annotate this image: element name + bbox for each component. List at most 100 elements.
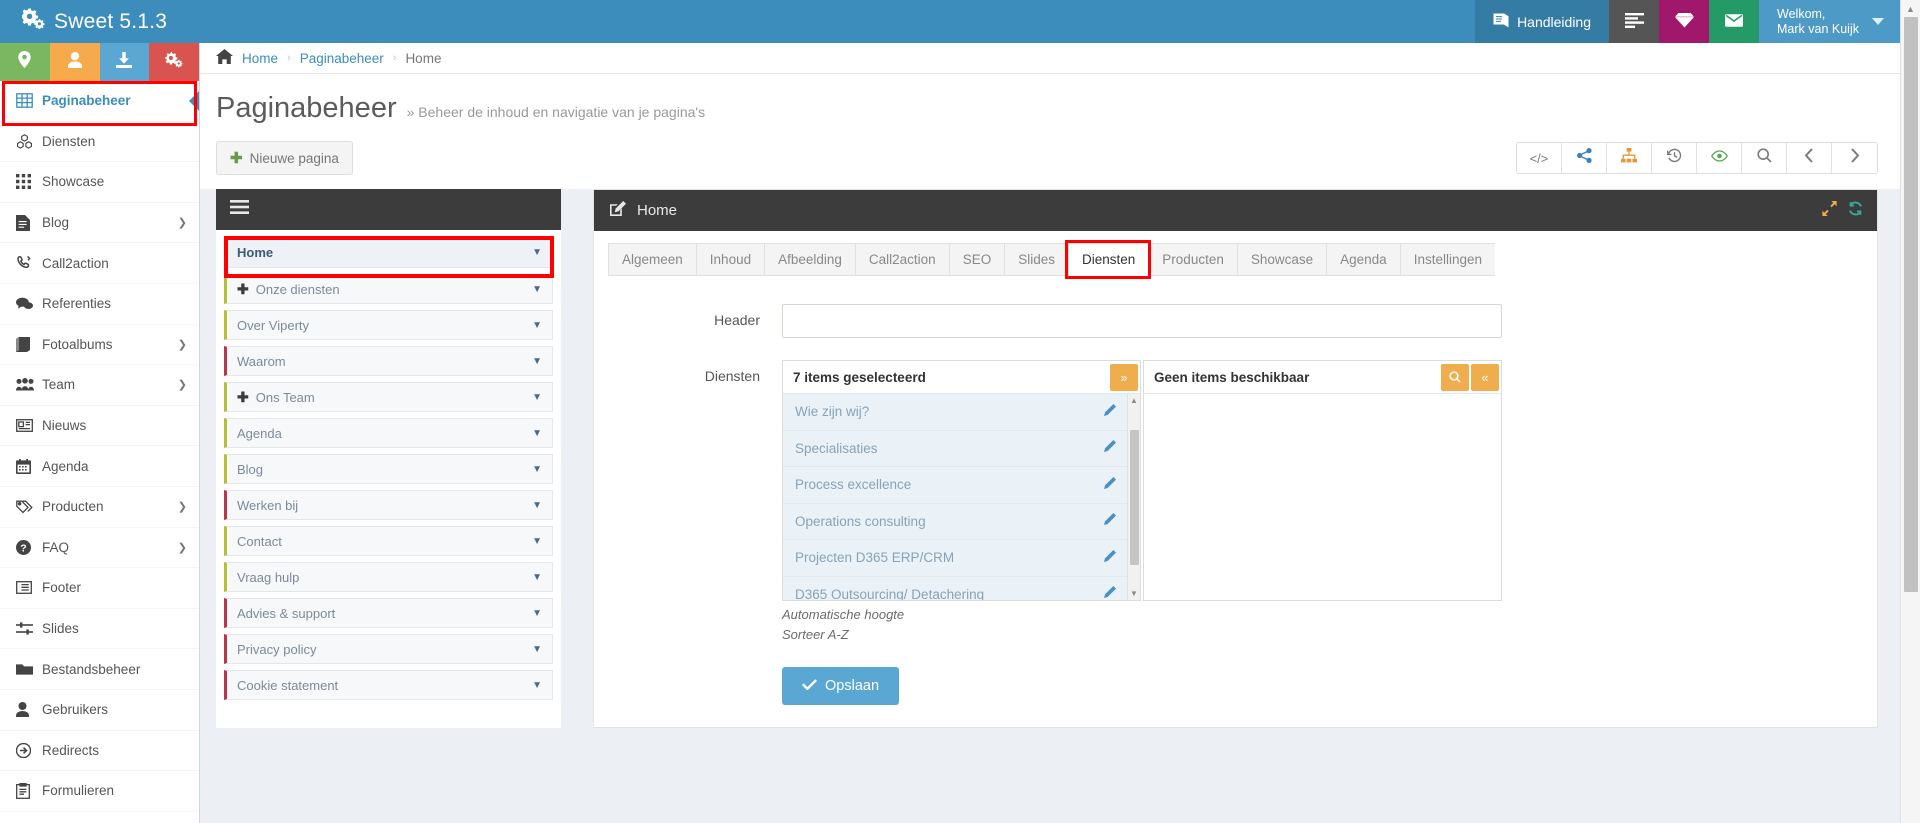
- tab-algemeen[interactable]: Algemeen: [608, 243, 696, 276]
- hamburger-icon[interactable]: [230, 200, 249, 219]
- list-item[interactable]: D365 Outsourcing/ Detachering: [783, 576, 1127, 600]
- tab-slides[interactable]: Slides: [1004, 243, 1068, 276]
- code-icon-button[interactable]: </>: [1517, 143, 1562, 173]
- caret-down-icon[interactable]: ▼: [532, 356, 542, 367]
- quick-action-user[interactable]: [49, 43, 100, 81]
- caret-down-icon[interactable]: ▼: [532, 572, 542, 583]
- search-icon[interactable]: [1441, 363, 1469, 391]
- tree-item-over-viperty[interactable]: Over Viperty ▼: [224, 310, 553, 340]
- caret-down-icon[interactable]: ▼: [532, 392, 542, 403]
- sidebar-item-gebruikers[interactable]: Gebruikers: [0, 689, 199, 731]
- tree-item-cookie-statement[interactable]: Cookie statement ▼: [224, 670, 553, 700]
- caret-down-icon[interactable]: ▼: [532, 247, 542, 258]
- premium-button[interactable]: [1659, 0, 1710, 43]
- sidebar-item-bestandsbeheer[interactable]: Bestandsbeheer: [0, 649, 199, 690]
- tab-inhoud[interactable]: Inhoud: [695, 243, 765, 276]
- next-page-button[interactable]: [1832, 143, 1877, 173]
- history-icon-button[interactable]: [1652, 143, 1697, 173]
- sidebar-item-redirects[interactable]: Redirects: [0, 730, 199, 772]
- tab-agenda[interactable]: Agenda: [1326, 243, 1400, 276]
- sitemap-icon-button[interactable]: [1607, 143, 1652, 173]
- new-page-button[interactable]: ✚ Nieuwe pagina: [216, 141, 353, 175]
- sidebar-item-showcase[interactable]: Showcase: [0, 162, 199, 203]
- sidebar-item-call2action[interactable]: Call2action: [0, 243, 199, 284]
- tab-producten[interactable]: Producten: [1148, 243, 1237, 276]
- sidebar-item-team[interactable]: Team ❯: [0, 365, 199, 406]
- scrollbar-thumb[interactable]: [1904, 17, 1918, 592]
- breadcrumb-item-paginabeheer[interactable]: Paginabeheer: [300, 51, 384, 66]
- header-input[interactable]: [782, 304, 1502, 338]
- sidebar-item-faq[interactable]: ? FAQ ❯: [0, 527, 199, 569]
- previous-page-button[interactable]: [1787, 143, 1832, 173]
- sidebar-item-diensten[interactable]: Diensten: [0, 121, 199, 163]
- expand-icon[interactable]: [1822, 201, 1837, 220]
- sidebar-item-footer[interactable]: Footer: [0, 568, 199, 609]
- caret-down-icon[interactable]: ▼: [532, 644, 542, 655]
- messages-button[interactable]: [1709, 0, 1760, 43]
- caret-down-icon[interactable]: ▼: [532, 464, 542, 475]
- list-item[interactable]: Operations consulting: [783, 503, 1127, 540]
- scrollbar-track[interactable]: [1901, 17, 1920, 823]
- refresh-icon[interactable]: [1848, 201, 1863, 220]
- sidebar-item-widgets[interactable]: Widgets: [0, 811, 199, 823]
- expand-plus-icon[interactable]: ✚: [237, 389, 249, 406]
- user-menu-button[interactable]: Welkom, Mark van Kuijk: [1759, 0, 1900, 43]
- sidebar-item-blog[interactable]: Blog ❯: [0, 202, 199, 244]
- double-chevron-right-icon[interactable]: »: [1110, 363, 1138, 391]
- scroll-up-icon[interactable]: ▲: [1906, 0, 1915, 17]
- sidebar-item-fotoalbums[interactable]: Fotoalbums ❯: [0, 324, 199, 366]
- tab-seo[interactable]: SEO: [948, 243, 1005, 276]
- list-item[interactable]: Projecten D365 ERP/CRM: [783, 540, 1127, 577]
- manual-button[interactable]: Handleiding: [1475, 0, 1610, 43]
- quick-action-settings[interactable]: [149, 43, 199, 81]
- scroll-down-icon[interactable]: ▼: [1130, 589, 1138, 598]
- scroll-up-icon[interactable]: ▲: [1130, 396, 1138, 405]
- caret-down-icon[interactable]: ▼: [532, 320, 542, 331]
- caret-down-icon[interactable]: ▼: [532, 536, 542, 547]
- tree-item-advies-support[interactable]: Advies & support ▼: [224, 598, 553, 628]
- tab-afbeelding[interactable]: Afbeelding: [764, 243, 855, 276]
- expand-plus-icon[interactable]: ✚: [237, 281, 249, 298]
- tree-item-blog[interactable]: Blog ▼: [224, 454, 553, 484]
- pencil-icon[interactable]: [1103, 403, 1116, 420]
- caret-down-icon[interactable]: ▼: [532, 680, 542, 691]
- sidebar-item-nieuws[interactable]: Nieuws: [0, 405, 199, 447]
- brand-logo[interactable]: Sweet 5.1.3: [0, 0, 200, 43]
- tab-instellingen[interactable]: Instellingen: [1399, 243, 1495, 276]
- tab-diensten[interactable]: Diensten: [1068, 243, 1149, 276]
- pencil-icon[interactable]: [1103, 513, 1116, 529]
- sidebar-item-referenties[interactable]: Referenties: [0, 283, 199, 325]
- sidebar-item-producten[interactable]: Producten ❯: [0, 486, 199, 528]
- caret-down-icon[interactable]: ▼: [532, 500, 542, 511]
- sidebar-item-slides[interactable]: Slides: [0, 608, 199, 650]
- tree-item-vraag-hulp[interactable]: Vraag hulp ▼: [224, 562, 553, 592]
- tree-item-onze-diensten[interactable]: ✚ Onze diensten ▼: [224, 274, 553, 304]
- list-item[interactable]: Wie zijn wij?: [783, 394, 1127, 431]
- sidebar-item-agenda[interactable]: Agenda: [0, 446, 199, 487]
- sidebar-item-formulieren[interactable]: Formulieren: [0, 771, 199, 812]
- pencil-icon[interactable]: [1103, 440, 1116, 456]
- sidebar-item-paginabeheer[interactable]: Paginabeheer: [0, 81, 199, 122]
- caret-down-icon[interactable]: ▼: [532, 284, 542, 295]
- share-icon-button[interactable]: [1562, 143, 1607, 173]
- double-chevron-left-icon[interactable]: «: [1471, 363, 1499, 391]
- tree-item-agenda[interactable]: Agenda ▼: [224, 418, 553, 448]
- caret-down-icon[interactable]: ▼: [532, 428, 542, 439]
- tree-item-waarom[interactable]: Waarom ▼: [224, 346, 553, 376]
- tree-item-werken-bij[interactable]: Werken bij ▼: [224, 490, 553, 520]
- browser-scrollbar[interactable]: ▲: [1900, 0, 1920, 823]
- preview-icon-button[interactable]: [1697, 143, 1742, 173]
- tab-call2action[interactable]: Call2action: [854, 243, 949, 276]
- selected-items-scrollbar[interactable]: ▲ ▼: [1127, 394, 1140, 600]
- pencil-icon[interactable]: [1103, 549, 1116, 566]
- tree-item-home[interactable]: Home ▼: [224, 236, 553, 268]
- quick-action-map-marker[interactable]: [0, 43, 50, 81]
- quick-action-download[interactable]: [99, 43, 150, 81]
- tree-item-contact[interactable]: Contact ▼: [224, 526, 553, 556]
- pencil-icon[interactable]: [1103, 586, 1116, 600]
- caret-down-icon[interactable]: ▼: [532, 608, 542, 619]
- pencil-icon[interactable]: [1103, 476, 1116, 493]
- search-icon-button[interactable]: [1742, 143, 1787, 173]
- save-button[interactable]: Opslaan: [782, 667, 900, 705]
- scrollbar-thumb[interactable]: [1129, 429, 1139, 565]
